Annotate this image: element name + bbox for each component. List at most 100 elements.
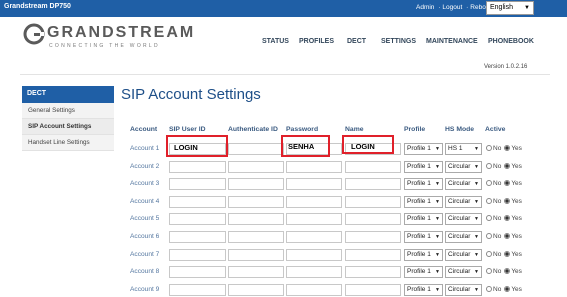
authenticate-id-input[interactable] [228, 143, 284, 155]
name-input[interactable] [345, 178, 401, 190]
active-no-radio[interactable] [486, 215, 492, 221]
authenticate-id-input[interactable] [228, 178, 284, 190]
sidebar-item-general-settings[interactable]: General Settings [22, 103, 114, 119]
active-no-option[interactable]: No [486, 163, 501, 170]
language-select[interactable]: English ▼ [486, 1, 534, 15]
password-input[interactable] [286, 284, 342, 296]
password-input[interactable] [286, 213, 342, 225]
active-no-option[interactable]: No [486, 268, 501, 275]
hs-mode-select[interactable]: Circular ▼ [445, 231, 482, 243]
active-yes-radio[interactable] [504, 198, 511, 204]
profile-select[interactable]: Profile 1 ▼ [404, 178, 443, 190]
authenticate-id-input[interactable] [228, 284, 284, 296]
sip-user-id-input[interactable] [169, 213, 226, 225]
name-input[interactable] [345, 161, 401, 173]
active-no-option[interactable]: No [486, 233, 501, 240]
active-no-option[interactable]: No [486, 215, 501, 222]
active-no-option[interactable]: No [486, 180, 501, 187]
sip-user-id-input[interactable] [169, 178, 226, 190]
name-input[interactable] [345, 266, 401, 278]
active-yes-radio[interactable] [504, 233, 511, 239]
active-yes-radio[interactable] [504, 268, 511, 274]
active-yes-option[interactable]: Yes [504, 163, 522, 170]
password-input[interactable] [286, 231, 342, 243]
active-yes-option[interactable]: Yes [504, 233, 522, 240]
active-no-radio[interactable] [486, 163, 492, 169]
sip-user-id-input[interactable] [169, 249, 226, 261]
active-yes-radio[interactable] [504, 286, 511, 292]
password-input[interactable] [286, 178, 342, 190]
profile-select[interactable]: Profile 1 ▼ [404, 231, 443, 243]
active-yes-option[interactable]: Yes [504, 251, 522, 258]
password-input[interactable] [286, 196, 342, 208]
name-input[interactable] [345, 231, 401, 243]
nav-settings[interactable]: SETTINGS [381, 38, 416, 45]
password-input[interactable] [286, 249, 342, 261]
nav-dect[interactable]: DECT [347, 38, 366, 45]
active-no-option[interactable]: No [486, 198, 501, 205]
active-no-option[interactable]: No [486, 145, 501, 152]
name-input[interactable] [345, 213, 401, 225]
sip-user-id-input[interactable] [169, 231, 226, 243]
active-no-option[interactable]: No [486, 286, 501, 293]
active-no-radio[interactable] [486, 180, 492, 186]
authenticate-id-input[interactable] [228, 231, 284, 243]
active-yes-option[interactable]: Yes [504, 215, 522, 222]
active-no-option[interactable]: No [486, 251, 501, 258]
name-input[interactable] [345, 196, 401, 208]
active-yes-radio[interactable] [504, 251, 511, 257]
profile-select[interactable]: Profile 1 ▼ [404, 161, 443, 173]
hs-mode-select[interactable]: Circular ▼ [445, 284, 482, 296]
active-no-radio[interactable] [486, 145, 492, 151]
active-no-radio[interactable] [486, 198, 492, 204]
hs-mode-select[interactable]: Circular ▼ [445, 213, 482, 225]
nav-phonebook[interactable]: PHONEBOOK [488, 38, 534, 45]
name-input[interactable] [345, 284, 401, 296]
hs-mode-select[interactable]: Circular ▼ [445, 249, 482, 261]
profile-select[interactable]: Profile 1 ▼ [404, 143, 443, 155]
authenticate-id-input[interactable] [228, 161, 284, 173]
authenticate-id-input[interactable] [228, 266, 284, 278]
profile-select[interactable]: Profile 1 ▼ [404, 266, 443, 278]
active-yes-option[interactable]: Yes [504, 286, 522, 293]
name-input[interactable] [345, 249, 401, 261]
active-yes-option[interactable]: Yes [504, 180, 522, 187]
hs-mode-select[interactable]: HS 1 ▼ [445, 143, 482, 155]
authenticate-id-input[interactable] [228, 196, 284, 208]
sip-user-id-input[interactable] [169, 284, 226, 296]
active-yes-option[interactable]: Yes [504, 145, 522, 152]
active-no-radio[interactable] [486, 286, 492, 292]
profile-select[interactable]: Profile 1 ▼ [404, 196, 443, 208]
hs-mode-select[interactable]: Circular ▼ [445, 196, 482, 208]
active-yes-radio[interactable] [504, 163, 511, 169]
hs-mode-select[interactable]: Circular ▼ [445, 266, 482, 278]
admin-link[interactable]: Admin [416, 4, 434, 11]
active-yes-radio[interactable] [504, 180, 511, 186]
nav-profiles[interactable]: PROFILES [299, 38, 334, 45]
nav-status[interactable]: STATUS [262, 38, 289, 45]
active-yes-option[interactable]: Yes [504, 268, 522, 275]
profile-select[interactable]: Profile 1 ▼ [404, 213, 443, 225]
profile-select[interactable]: Profile 1 ▼ [404, 249, 443, 261]
authenticate-id-input[interactable] [228, 213, 284, 225]
active-no-radio[interactable] [486, 251, 492, 257]
password-input[interactable] [286, 161, 342, 173]
sidebar-item-handset-line-settings[interactable]: Handset Line Settings [22, 135, 114, 151]
password-input[interactable] [286, 266, 342, 278]
hs-mode-select[interactable]: Circular ▼ [445, 178, 482, 190]
active-no-radio[interactable] [486, 233, 492, 239]
sidebar-item-sip-account-settings[interactable]: SIP Account Settings [22, 119, 114, 135]
profile-select[interactable]: Profile 1 ▼ [404, 284, 443, 296]
active-no-radio[interactable] [486, 268, 492, 274]
active-yes-radio[interactable] [504, 215, 511, 221]
active-yes-option[interactable]: Yes [504, 198, 522, 205]
sip-user-id-input[interactable] [169, 196, 226, 208]
profile-select-value: Profile 1 [407, 163, 431, 170]
sip-user-id-input[interactable] [169, 161, 226, 173]
hs-mode-select[interactable]: Circular ▼ [445, 161, 482, 173]
sip-user-id-input[interactable] [169, 266, 226, 278]
logout-link[interactable]: Logout [442, 4, 462, 11]
authenticate-id-input[interactable] [228, 249, 284, 261]
active-yes-radio[interactable] [504, 145, 511, 151]
nav-maintenance[interactable]: MAINTENANCE [426, 38, 478, 45]
